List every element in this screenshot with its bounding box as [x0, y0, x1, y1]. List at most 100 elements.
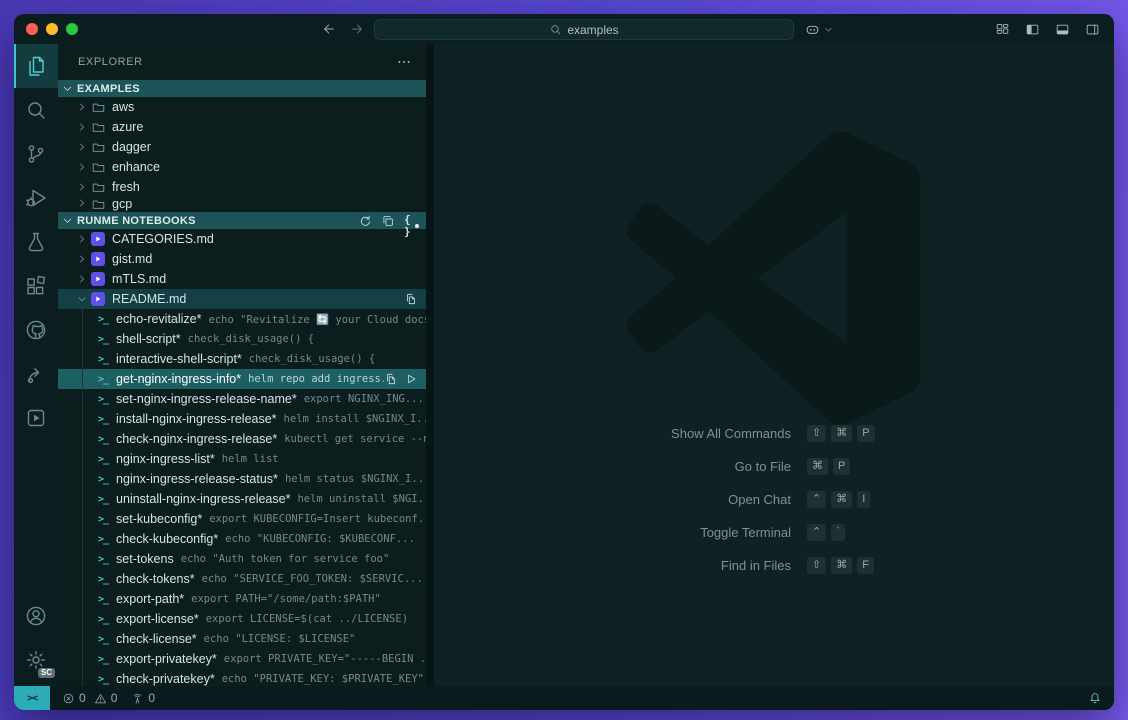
account-icon — [24, 604, 48, 628]
copy-icon[interactable] — [384, 372, 398, 386]
cell-row-nginx-ingress-list[interactable]: >_nginx-ingress-list*helm list — [58, 449, 426, 469]
shortcut-label: Go to File — [571, 459, 791, 474]
terminal-prompt-icon: >_ — [98, 514, 108, 525]
layout-controls — [995, 14, 1100, 44]
forwarded-ports[interactable]: 0 — [131, 691, 155, 705]
activity-item-runme[interactable] — [14, 396, 58, 440]
testing-icon — [24, 230, 48, 254]
problems-errors[interactable]: 0 — [62, 691, 86, 705]
cell-row-shell-script[interactable]: >_shell-script*check_disk_usage() { — [58, 329, 426, 349]
notifications[interactable] — [1088, 691, 1114, 705]
section-header-examples[interactable]: EXAMPLES — [58, 80, 426, 97]
close-window-button[interactable] — [26, 23, 38, 35]
cell-row-check-privatekey[interactable]: >_check-privatekey*echo "PRIVATE_KEY: $P… — [58, 669, 426, 686]
activity-item-manage[interactable]: SC — [14, 638, 58, 682]
cell-row-set-kubeconfig[interactable]: >_set-kubeconfig*export KUBECONFIG=Inser… — [58, 509, 426, 529]
minimize-window-button[interactable] — [46, 23, 58, 35]
cell-row-export-path[interactable]: >_export-path*export PATH="/some/path:$P… — [58, 589, 426, 609]
chevron-right-icon — [76, 181, 88, 193]
activity-item-explorer[interactable] — [14, 44, 58, 88]
cell-name: export-privatekey* — [116, 652, 217, 666]
notebook-list: CATEGORIES.mdgist.md mTLS.md README.md — [58, 229, 426, 309]
cell-command-preview: export KUBECONFIG=Insert kubeconf... — [209, 513, 426, 525]
zoom-window-button[interactable] — [66, 23, 78, 35]
cell-row-echo-revitalize[interactable]: >_echo-revitalize*echo "Revitalize 🔄 you… — [58, 309, 426, 329]
cell-row-install-nginx-ingress-release[interactable]: >_install-nginx-ingress-release*helm ins… — [58, 409, 426, 429]
keycap: ⌘ — [831, 557, 852, 574]
play-icon[interactable] — [404, 372, 418, 386]
bell-icon — [1088, 691, 1102, 705]
command-center-search[interactable]: examples — [374, 19, 794, 40]
copilot-menu[interactable] — [804, 14, 834, 44]
chevron-right-icon — [76, 141, 88, 153]
notebook-name: mTLS.md — [112, 272, 166, 286]
toggle-primary-sidebar-icon[interactable] — [1025, 22, 1040, 37]
terminal-prompt-icon: >_ — [98, 374, 108, 385]
folder-icon — [91, 180, 106, 195]
keycap: ⇧ — [807, 557, 826, 574]
cell-row-set-nginx-ingress-release-name[interactable]: >_set-nginx-ingress-release-name*export … — [58, 389, 426, 409]
toggle-secondary-sidebar-icon[interactable] — [1085, 22, 1100, 37]
keycap: P — [857, 425, 874, 442]
folder-row-dagger[interactable]: dagger — [58, 137, 426, 157]
terminal-prompt-icon: >_ — [98, 494, 108, 505]
cell-command-preview: export NGINX_ING... — [304, 393, 424, 405]
cell-row-check-nginx-ingress-release[interactable]: >_check-nginx-ingress-release*kubectl ge… — [58, 429, 426, 449]
back-button-icon[interactable] — [320, 21, 336, 37]
duplicate-icon[interactable] — [381, 214, 395, 228]
cell-row-uninstall-nginx-ingress-release[interactable]: >_uninstall-nginx-ingress-release*helm u… — [58, 489, 426, 509]
cell-row-set-tokens[interactable]: >_set-tokensecho "Auth token for service… — [58, 549, 426, 569]
activity-item-extensions[interactable] — [14, 264, 58, 308]
cell-row-get-nginx-ingress-info[interactable]: >_get-nginx-ingress-info*helm repo add i… — [58, 369, 426, 389]
source-control-icon — [24, 142, 48, 166]
cell-command-preview: echo "Revitalize 🔄 your Cloud docs..." — [209, 313, 426, 326]
cell-command-preview: helm uninstall $NGI... — [297, 493, 426, 505]
chevron-down-icon — [823, 24, 834, 35]
cell-row-check-license[interactable]: >_check-license*echo "LICENSE: $LICENSE" — [58, 629, 426, 649]
shortcut-label: Show All Commands — [571, 426, 791, 441]
refresh-icon[interactable] — [358, 214, 372, 228]
notebook-row-categories-md[interactable]: CATEGORIES.md — [58, 229, 426, 249]
section-actions: { } — [358, 214, 426, 228]
activity-item-run-and-debug[interactable] — [14, 176, 58, 220]
cell-command-preview: helm status $NGINX_I... — [285, 473, 426, 485]
cell-row-check-kubeconfig[interactable]: >_check-kubeconfig*echo "KUBECONFIG: $KU… — [58, 529, 426, 549]
views-and-more-actions-icon[interactable] — [396, 54, 412, 70]
activity-item-share[interactable] — [14, 352, 58, 396]
chevron-right-icon — [76, 101, 88, 113]
section-header-runme-notebooks[interactable]: RUNME NOTEBOOKS { } — [58, 212, 426, 229]
chevron-down-icon — [61, 214, 74, 227]
toggle-panel-icon[interactable] — [1055, 22, 1070, 37]
radio-tower-icon — [131, 692, 144, 705]
activity-item-testing[interactable] — [14, 220, 58, 264]
activity-item-source-control[interactable] — [14, 132, 58, 176]
activity-item-accounts[interactable] — [14, 594, 58, 638]
folder-row-enhance[interactable]: enhance — [58, 157, 426, 177]
braces-icon[interactable]: { } — [404, 214, 418, 228]
cell-command-preview: echo "PRIVATE_KEY: $PRIVATE_KEY" — [222, 673, 424, 685]
notebook-row-mtls-md[interactable]: mTLS.md — [58, 269, 426, 289]
copy-icon[interactable] — [404, 292, 418, 306]
sidebar-editor-divider[interactable] — [426, 44, 434, 686]
cell-row-interactive-shell-script[interactable]: >_interactive-shell-script*check_disk_us… — [58, 349, 426, 369]
cell-row-nginx-ingress-release-status[interactable]: >_nginx-ingress-release-status*helm stat… — [58, 469, 426, 489]
problems-warnings[interactable]: 0 — [94, 691, 118, 705]
cell-name: nginx-ingress-release-status* — [116, 472, 278, 486]
cell-row-check-tokens[interactable]: >_check-tokens*echo "SERVICE_FOO_TOKEN: … — [58, 569, 426, 589]
activity-item-search[interactable] — [14, 88, 58, 132]
remote-indicator[interactable]: >< — [14, 686, 50, 710]
notebook-row-gist-md[interactable]: gist.md — [58, 249, 426, 269]
customize-layout-icon[interactable] — [995, 22, 1010, 37]
warning-count: 0 — [111, 691, 118, 705]
forward-button-icon[interactable] — [350, 21, 366, 37]
folder-row-gcp[interactable]: gcp — [58, 197, 426, 212]
row-actions — [404, 292, 426, 306]
activity-item-github[interactable] — [14, 308, 58, 352]
folder-row-aws[interactable]: aws — [58, 97, 426, 117]
cell-row-export-privatekey[interactable]: >_export-privatekey*export PRIVATE_KEY="… — [58, 649, 426, 669]
search-icon — [549, 23, 562, 36]
folder-row-azure[interactable]: azure — [58, 117, 426, 137]
folder-row-fresh[interactable]: fresh — [58, 177, 426, 197]
cell-row-export-license[interactable]: >_export-license*export LICENSE=$(cat ..… — [58, 609, 426, 629]
notebook-row-readme-md[interactable]: README.md — [58, 289, 426, 309]
